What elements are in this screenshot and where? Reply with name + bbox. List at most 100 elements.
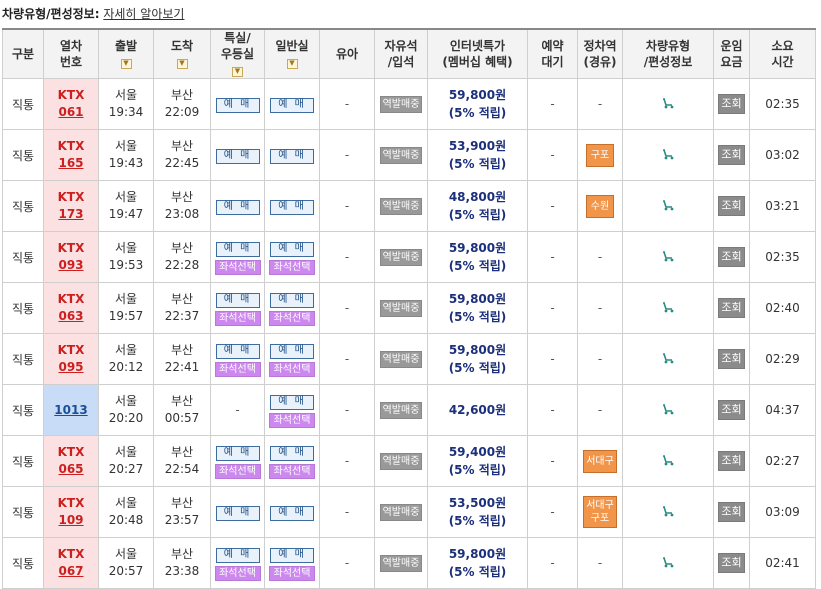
train-car-icon[interactable] [660,556,676,568]
general-reserve-button[interactable]: 예 매 [270,505,314,521]
general-seat-select-button[interactable]: 좌석선택 [269,463,315,479]
arrive-cell: 부산 23:08 [153,180,211,232]
special-seat-select-button[interactable]: 좌석선택 [214,310,261,326]
sort-arrow-icon[interactable]: ▼ [176,58,188,69]
header-general-class[interactable]: 일반실 ▼ [264,28,320,79]
train-car-icon[interactable] [660,505,676,517]
general-reserve-button[interactable]: 예 매 [270,292,314,308]
general-seat-select-button[interactable]: 좌석선택 [269,565,315,581]
header-special-class[interactable]: 특실/우등실 ▼ [210,28,265,79]
via-station-badge[interactable]: 구포 [586,143,614,167]
sort-arrow-icon[interactable]: ▼ [286,58,298,69]
via-cell: - [577,231,623,283]
duration-cell: 02:35 [749,78,816,130]
via-cell: 서대구 [577,435,623,487]
free-seat-cell: 역발매중 [374,129,428,181]
train-car-icon[interactable] [660,403,676,415]
train-car-icon[interactable] [660,301,676,313]
train-number-link[interactable]: 165 [58,155,83,172]
internet-price-cell: 48,800원 (5% 적립) [427,180,528,232]
general-reserve-button[interactable]: 예 매 [270,445,314,461]
station-sale-badge: 역발매중 [379,197,423,215]
train-number-link[interactable]: 1013 [54,402,87,419]
via-station-badge[interactable]: 서대구 구포 [583,496,617,528]
header-depart[interactable]: 출발 ▼ [98,28,154,79]
sort-arrow-icon[interactable]: ▼ [120,58,132,69]
special-seat-select-button[interactable]: 좌석선택 [214,361,261,377]
fare-query-button[interactable]: 조회 [718,247,745,267]
special-reserve-button[interactable]: 예 매 [215,505,260,521]
train-car-icon[interactable] [660,454,676,466]
train-car-icon[interactable] [660,199,676,211]
fare-query-button[interactable]: 조회 [718,349,745,369]
fare-query-button[interactable]: 조회 [718,94,745,114]
price-text: 42,600원 [448,403,507,417]
train-number-link[interactable]: 173 [58,206,83,223]
station-sale-badge: 역발매중 [379,401,423,419]
general-seat-select-button[interactable]: 좌석선택 [269,259,315,275]
general-seat-select-button[interactable]: 좌석선택 [269,310,315,326]
train-number-link[interactable]: 109 [58,512,83,529]
general-reserve-button[interactable]: 예 매 [270,547,314,563]
general-class-cell: 예 매좌석선택 [264,537,320,589]
depart-cell: 서울 20:27 [98,435,154,487]
special-class-cell: 예 매 [210,129,265,181]
special-reserve-button[interactable]: 예 매 [215,148,260,164]
duration-cell: 02:41 [749,537,816,589]
special-reserve-button[interactable]: 예 매 [215,97,260,113]
special-reserve-button[interactable]: 예 매 [215,292,260,308]
fare-query-button[interactable]: 조회 [718,196,745,216]
general-seat-select-button[interactable]: 좌석선택 [269,361,315,377]
train-car-icon[interactable] [660,352,676,364]
special-reserve-button[interactable]: 예 매 [215,445,260,461]
waitlist-cell: - [527,180,578,232]
train-car-icon[interactable] [660,250,676,262]
train-number-link[interactable]: 063 [58,308,83,325]
fare-query-button[interactable]: 조회 [718,451,745,471]
sort-arrow-icon[interactable]: ▼ [232,66,243,77]
special-seat-select-button[interactable]: 좌석선택 [214,565,261,581]
depart-cell: 서울 19:43 [98,129,154,181]
general-reserve-button[interactable]: 예 매 [270,148,314,164]
train-type-label: KTX [57,292,85,306]
via-station-badge[interactable]: 수원 [586,194,614,218]
special-reserve-button[interactable]: 예 매 [215,199,260,215]
general-reserve-button[interactable]: 예 매 [270,394,314,410]
via-station-badge[interactable]: 서대구 [583,449,617,473]
car-type-cell [622,78,714,130]
special-reserve-button[interactable]: 예 매 [215,241,260,257]
train-number-link[interactable]: 061 [58,104,83,121]
train-car-icon[interactable] [660,148,676,160]
general-reserve-button[interactable]: 예 매 [270,97,314,113]
fare-query-button[interactable]: 조회 [718,298,745,318]
general-reserve-button[interactable]: 예 매 [270,343,314,359]
special-seat-select-button[interactable]: 좌석선택 [214,463,261,479]
arrive-cell: 부산 00:57 [153,384,211,436]
special-reserve-button[interactable]: 예 매 [215,547,260,563]
table-row: 직통 KTX 095 서울 20:12 부산 22:41 예 매 좌석선택 예 매 좌석선… [2,333,816,385]
train-number-cell: KTX 067 [43,537,99,589]
train-number-link[interactable]: 067 [58,563,83,580]
general-reserve-button[interactable]: 예 매 [270,241,314,257]
fare-query-button[interactable]: 조회 [718,400,745,420]
general-reserve-button[interactable]: 예 매 [270,199,314,215]
general-seat-select-button[interactable]: 좌석선택 [269,412,315,428]
train-number-link[interactable]: 095 [58,359,83,376]
detail-info-link[interactable]: 자세히 알아보기 [103,7,184,21]
special-reserve-button[interactable]: 예 매 [215,343,260,359]
fare-cell: 조회 [713,129,750,181]
fare-query-button[interactable]: 조회 [718,502,745,522]
table-header-row: 구분 열차 번호 출발 ▼ 도착 ▼ 특실/우등실 ▼ 일반실 ▼ 유아 자유석/입석 인… [2,28,816,79]
price-text: 53,500원 [448,496,507,510]
fare-query-button[interactable]: 조회 [718,145,745,165]
infant-cell: - [319,129,375,181]
table-row: 직통 KTX 065 서울 20:27 부산 22:54 예 매 좌석선택 예 매 좌석선… [2,435,816,487]
train-number-link[interactable]: 093 [58,257,83,274]
fare-query-button[interactable]: 조회 [718,553,745,573]
train-schedule-table: 구분 열차 번호 출발 ▼ 도착 ▼ 특실/우등실 ▼ 일반실 ▼ 유아 자유석/입석 인… [2,28,816,589]
train-car-icon[interactable] [660,97,676,109]
train-number-link[interactable]: 065 [58,461,83,478]
special-seat-select-button[interactable]: 좌석선택 [214,259,261,275]
arrive-cell: 부산 22:28 [153,231,211,283]
header-arrive[interactable]: 도착 ▼ [153,28,211,79]
